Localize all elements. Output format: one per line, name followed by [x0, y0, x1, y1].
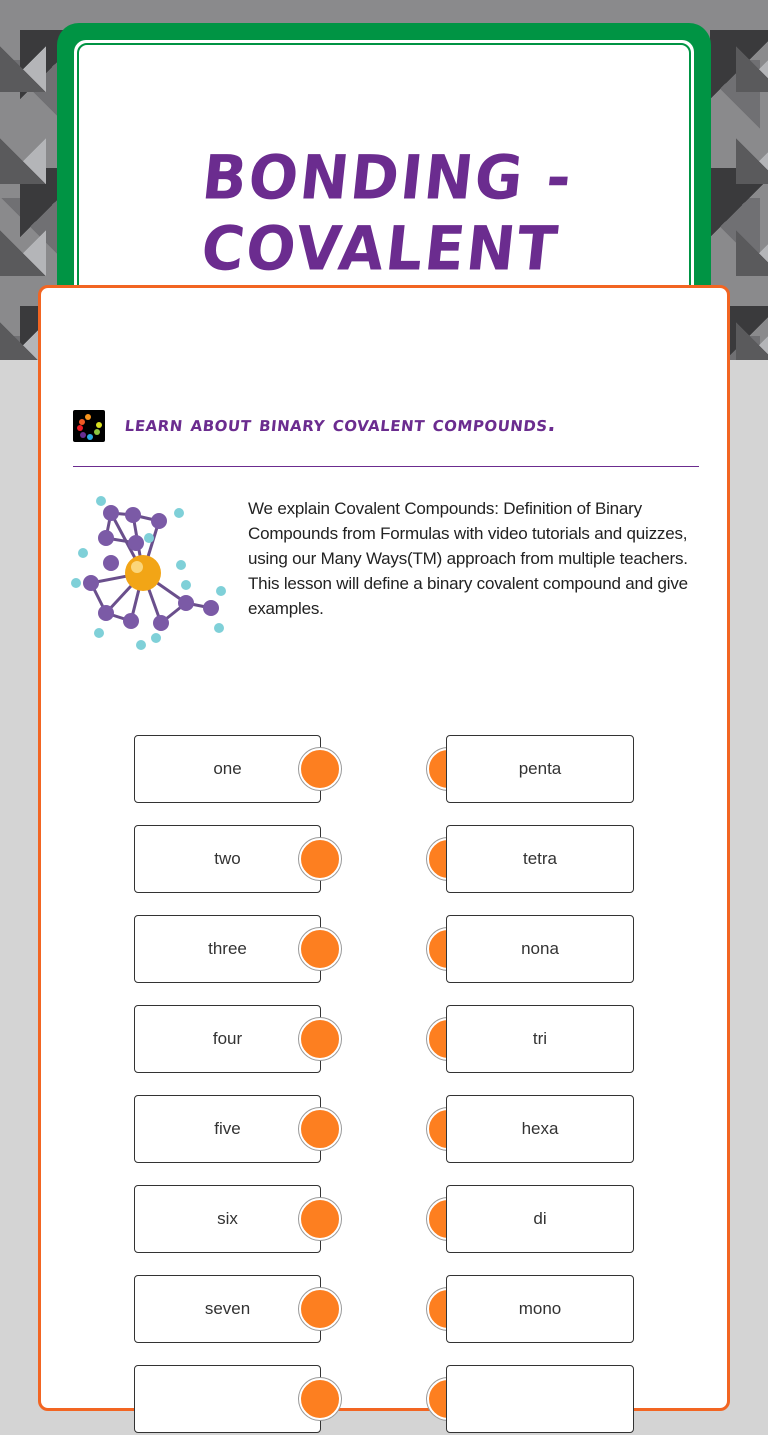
- description-paragraph: We explain Covalent Compounds: Definitio…: [248, 499, 688, 568]
- connector-dot-left[interactable]: [299, 1288, 341, 1330]
- section-header: Learn about binary covalent compounds.: [73, 408, 699, 467]
- match-item-left[interactable]: one: [134, 735, 321, 803]
- match-item-right[interactable]: tri: [446, 1005, 634, 1073]
- page-title: BONDING - COVALENT: [198, 141, 577, 285]
- connector-dot-left[interactable]: [299, 838, 341, 880]
- match-item-right[interactable]: [446, 1365, 634, 1433]
- match-item-right[interactable]: penta: [446, 735, 634, 803]
- match-item-left[interactable]: four: [134, 1005, 321, 1073]
- connector-dot-left[interactable]: [299, 1108, 341, 1150]
- match-item-left[interactable]: five: [134, 1095, 321, 1163]
- lesson-card: Learn about binary covalent compounds.: [38, 285, 730, 1433]
- connector-dot-left[interactable]: [299, 928, 341, 970]
- section-title: Learn about binary covalent compounds.: [123, 412, 558, 436]
- connector-dot-left[interactable]: [299, 1018, 341, 1060]
- match-item-right[interactable]: nona: [446, 915, 634, 983]
- spinner-logo-icon: [73, 410, 105, 442]
- match-row: five hexa: [41, 1095, 727, 1165]
- title-card: BONDING - COVALENT: [57, 23, 711, 333]
- match-row: two tetra: [41, 825, 727, 895]
- match-item-left[interactable]: three: [134, 915, 321, 983]
- match-item-right[interactable]: hexa: [446, 1095, 634, 1163]
- connector-dot-left[interactable]: [299, 1198, 341, 1240]
- match-row: one penta: [41, 735, 727, 805]
- match-item-left[interactable]: seven: [134, 1275, 321, 1343]
- match-item-right[interactable]: tetra: [446, 825, 634, 893]
- match-item-left[interactable]: [134, 1365, 321, 1433]
- match-row: seven mono: [41, 1275, 727, 1345]
- match-row: [41, 1365, 727, 1435]
- connector-dot-left[interactable]: [299, 748, 341, 790]
- match-item-right[interactable]: mono: [446, 1275, 634, 1343]
- match-item-left[interactable]: six: [134, 1185, 321, 1253]
- connector-dot-left[interactable]: [299, 1378, 341, 1420]
- title-card-inner: BONDING - COVALENT: [74, 40, 694, 333]
- match-row: three nona: [41, 915, 727, 985]
- match-row: six di: [41, 1185, 727, 1255]
- lesson-description: We explain Covalent Compounds: Definitio…: [248, 496, 688, 621]
- match-item-right[interactable]: di: [446, 1185, 634, 1253]
- molecule-icon: [71, 496, 226, 650]
- match-row: four tri: [41, 1005, 727, 1075]
- match-item-left[interactable]: two: [134, 825, 321, 893]
- description-paragraph: This lesson will define a binary covalen…: [248, 574, 688, 618]
